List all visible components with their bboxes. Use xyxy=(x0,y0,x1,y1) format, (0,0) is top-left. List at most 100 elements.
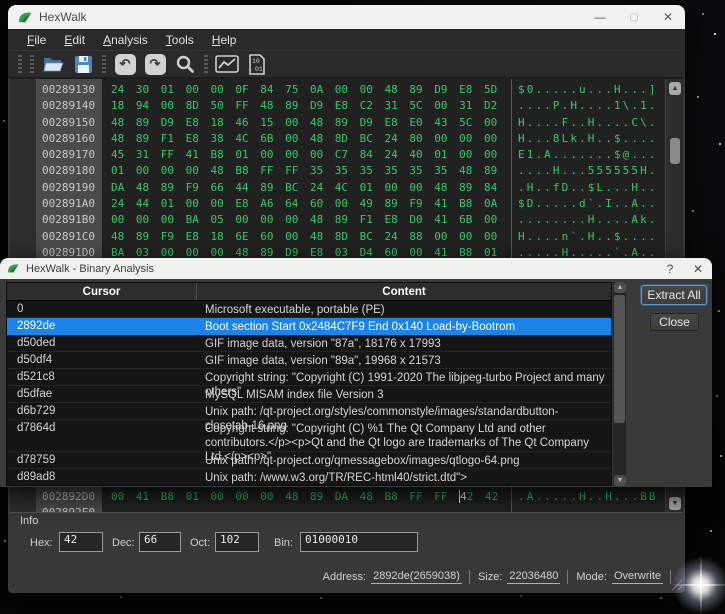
table-row[interactable]: d6b729 Unix path: /qt-project.org/styles… xyxy=(7,403,611,420)
menu-item-help[interactable]: Help xyxy=(203,31,246,49)
ascii-row[interactable]: E1.A.......$@... xyxy=(512,147,665,163)
chart-button[interactable] xyxy=(214,52,240,76)
binary-icon: 10 01 xyxy=(247,54,267,75)
bin-field-input[interactable]: 01000010 xyxy=(300,532,418,552)
undo-button[interactable]: ↶ xyxy=(112,52,138,76)
ascii-row[interactable]: ....P.H....1\.1. xyxy=(512,98,665,114)
redo-icon: ↷ xyxy=(145,54,166,75)
search-button[interactable] xyxy=(172,52,198,76)
save-button[interactable] xyxy=(70,52,96,76)
hex-bytes-row[interactable]: 48 89 D9 E8 18 46 15 00 48 89 D9 E8 E0 4… xyxy=(102,115,511,131)
hex-bytes-row[interactable]: DA 48 89 F9 66 44 89 BC 24 4C 01 00 00 4… xyxy=(102,180,511,196)
binary-analysis-dialog: HexWalk - Binary Analysis ? ✕ Cursor Con… xyxy=(0,258,712,487)
minimize-button[interactable]: — xyxy=(583,5,617,29)
table-row[interactable]: d78759 Unix path: /qt-project.org/qmessa… xyxy=(7,452,611,469)
address-cell: 002891C0 xyxy=(36,229,102,245)
maximize-button[interactable]: ▢ xyxy=(617,5,651,29)
oct-field-label: Oct: xyxy=(190,537,210,549)
extract-all-button[interactable]: Extract All xyxy=(641,285,707,305)
scroll-down-button[interactable]: ▼ xyxy=(669,497,681,510)
dec-field-input[interactable]: 66 xyxy=(139,532,181,552)
folder-open-icon xyxy=(42,55,64,73)
menu-item-file[interactable]: File xyxy=(18,31,55,49)
column-header-content[interactable]: Content xyxy=(197,283,611,300)
table-row[interactable]: d5dfae MySQL MISAM index file Version 3 xyxy=(7,386,611,403)
ascii-row[interactable]: ....H...555555H. xyxy=(512,163,665,179)
menu-item-edit[interactable]: Edit xyxy=(55,31,94,49)
svg-text:10: 10 xyxy=(252,58,260,65)
oct-field-input[interactable]: 102 xyxy=(215,532,259,552)
menu-item-analysis[interactable]: Analysis xyxy=(94,31,157,49)
ascii-row[interactable]: $D.....d`.I..A.. xyxy=(512,196,665,212)
bin-field-label: Bin: xyxy=(274,537,293,549)
hex-bytes-row[interactable]: 48 89 F1 E8 38 4C 6B 00 48 8D BC 24 80 0… xyxy=(102,131,511,147)
hex-field-label: Hex: xyxy=(30,537,53,549)
hex-field-input[interactable]: 42 xyxy=(59,532,103,552)
ascii-row[interactable]: H....n`.H..$.... xyxy=(512,229,665,245)
hex-bytes-row[interactable]: 48 89 F9 E8 18 6E 60 00 48 8D BC 24 88 0… xyxy=(102,229,511,245)
dialog-help-button[interactable]: ? xyxy=(656,258,684,279)
svg-text:01: 01 xyxy=(255,66,263,73)
hex-bytes-row-with-cursor[interactable]: 00 41 B8 01 00 00 00 48 89 DA 48 B8 FF F… xyxy=(102,489,511,505)
close-button[interactable]: ✕ xyxy=(651,5,685,29)
hex-bytes-row[interactable]: 45 31 FF 41 B8 01 00 00 00 C7 84 24 40 0… xyxy=(102,147,511,163)
table-row[interactable]: d50df4 GIF image data, version "89a", 19… xyxy=(7,352,611,369)
hex-cursor[interactable]: 4 xyxy=(459,490,467,503)
hex-bytes-row[interactable]: 24 44 01 00 00 E8 A6 64 60 00 49 89 F9 4… xyxy=(102,196,511,212)
info-panel: Info Hex: 42 Dec: 66 Oct: 102 Bin: 01000… xyxy=(10,512,683,562)
table-scrollbar[interactable]: ▲ ▼ xyxy=(613,282,626,486)
ascii-row[interactable]: H...8Lk.H..$.... xyxy=(512,131,665,147)
address-cell: 00289140 xyxy=(36,98,102,114)
size-status: Size: 22036480 xyxy=(478,570,568,584)
toolbar-grip[interactable] xyxy=(204,55,208,73)
hex-bytes-row-partial[interactable] xyxy=(102,505,511,512)
address-cell: 00289130 xyxy=(36,82,102,98)
redo-button[interactable]: ↷ xyxy=(142,52,168,76)
hex-bytes-row[interactable]: 01 00 00 00 48 B8 FF FF 35 35 35 35 35 3… xyxy=(102,163,511,179)
title-bar[interactable]: HexWalk — ▢ ✕ xyxy=(8,5,685,29)
ascii-row[interactable]: .H..fD..$L...H.. xyxy=(512,180,665,196)
address-cell: 00289150 xyxy=(36,115,102,131)
size-status-value: 22036480 xyxy=(507,570,560,584)
hexwalk-logo-icon xyxy=(18,11,33,24)
chart-icon xyxy=(215,55,239,73)
toolbar-grip[interactable] xyxy=(102,55,106,73)
column-header-cursor[interactable]: Cursor xyxy=(7,283,197,300)
dialog-close-button[interactable]: ✕ xyxy=(684,258,712,279)
hex-bytes-row[interactable]: 24 30 01 00 00 0F 84 75 0A 00 00 48 89 D… xyxy=(102,82,511,98)
table-row[interactable]: d521c8 Copyright string: "Copyright (C) … xyxy=(7,369,611,386)
close-dialog-button[interactable]: Close xyxy=(650,313,699,331)
hex-bytes-row[interactable]: 18 94 00 8D 50 FF 48 89 D9 E8 C2 31 5C 0… xyxy=(102,98,511,114)
address-cell: 00289190 xyxy=(36,180,102,196)
table-header: Cursor Content xyxy=(7,283,611,301)
menu-item-tools[interactable]: Tools xyxy=(157,31,203,49)
table-row[interactable]: d89ad8 Unix path: /www.w3.org/TR/REC-htm… xyxy=(7,469,611,486)
table-row[interactable]: d50ded GIF image data, version "87a", 18… xyxy=(7,335,611,352)
ascii-row[interactable]: .A.....H..H...BB xyxy=(512,489,665,505)
address-cell: 00289160 xyxy=(36,131,102,147)
toolbar-grip[interactable] xyxy=(30,55,34,73)
hex-bytes-row[interactable]: 00 00 00 BA 05 00 00 00 48 89 F1 E8 D0 4… xyxy=(102,212,511,228)
table-row[interactable]: d7864d Copyright string: "Copyright (C) … xyxy=(7,420,611,452)
scroll-thumb[interactable] xyxy=(614,295,625,423)
menu-bar: File Edit Analysis Tools Help xyxy=(8,29,685,50)
open-file-button[interactable] xyxy=(40,52,66,76)
dialog-title-bar[interactable]: HexWalk - Binary Analysis ? ✕ xyxy=(0,258,712,279)
mode-status: Mode: Overwrite xyxy=(576,570,671,584)
table-row[interactable]: 0 Microsoft executable, portable (PE) xyxy=(7,301,611,318)
scroll-thumb[interactable] xyxy=(670,138,680,164)
floppy-save-icon xyxy=(74,55,93,74)
window-title: HexWalk xyxy=(39,10,87,24)
scroll-down-button[interactable]: ▼ xyxy=(614,475,626,486)
toolbar-grip[interactable] xyxy=(18,55,22,73)
binary-view-button[interactable]: 10 01 xyxy=(244,52,270,76)
ascii-row[interactable]: ........H....Ak. xyxy=(512,212,665,228)
scroll-up-button[interactable]: ▲ xyxy=(614,282,626,293)
address-cell-partial: 002892E0 xyxy=(36,505,102,512)
address-status: Address: 2892de(2659038) xyxy=(323,570,470,584)
table-row-selected[interactable]: 2892de Boot section Start 0x2484C7F9 End… xyxy=(7,318,611,335)
ascii-row[interactable]: $0.....u...H...] xyxy=(512,82,665,98)
scroll-up-button[interactable]: ▲ xyxy=(669,82,681,95)
toolbar: ↶ ↷ 10 01 xyxy=(8,50,685,78)
ascii-row[interactable]: H....F..H....C\. xyxy=(512,115,665,131)
